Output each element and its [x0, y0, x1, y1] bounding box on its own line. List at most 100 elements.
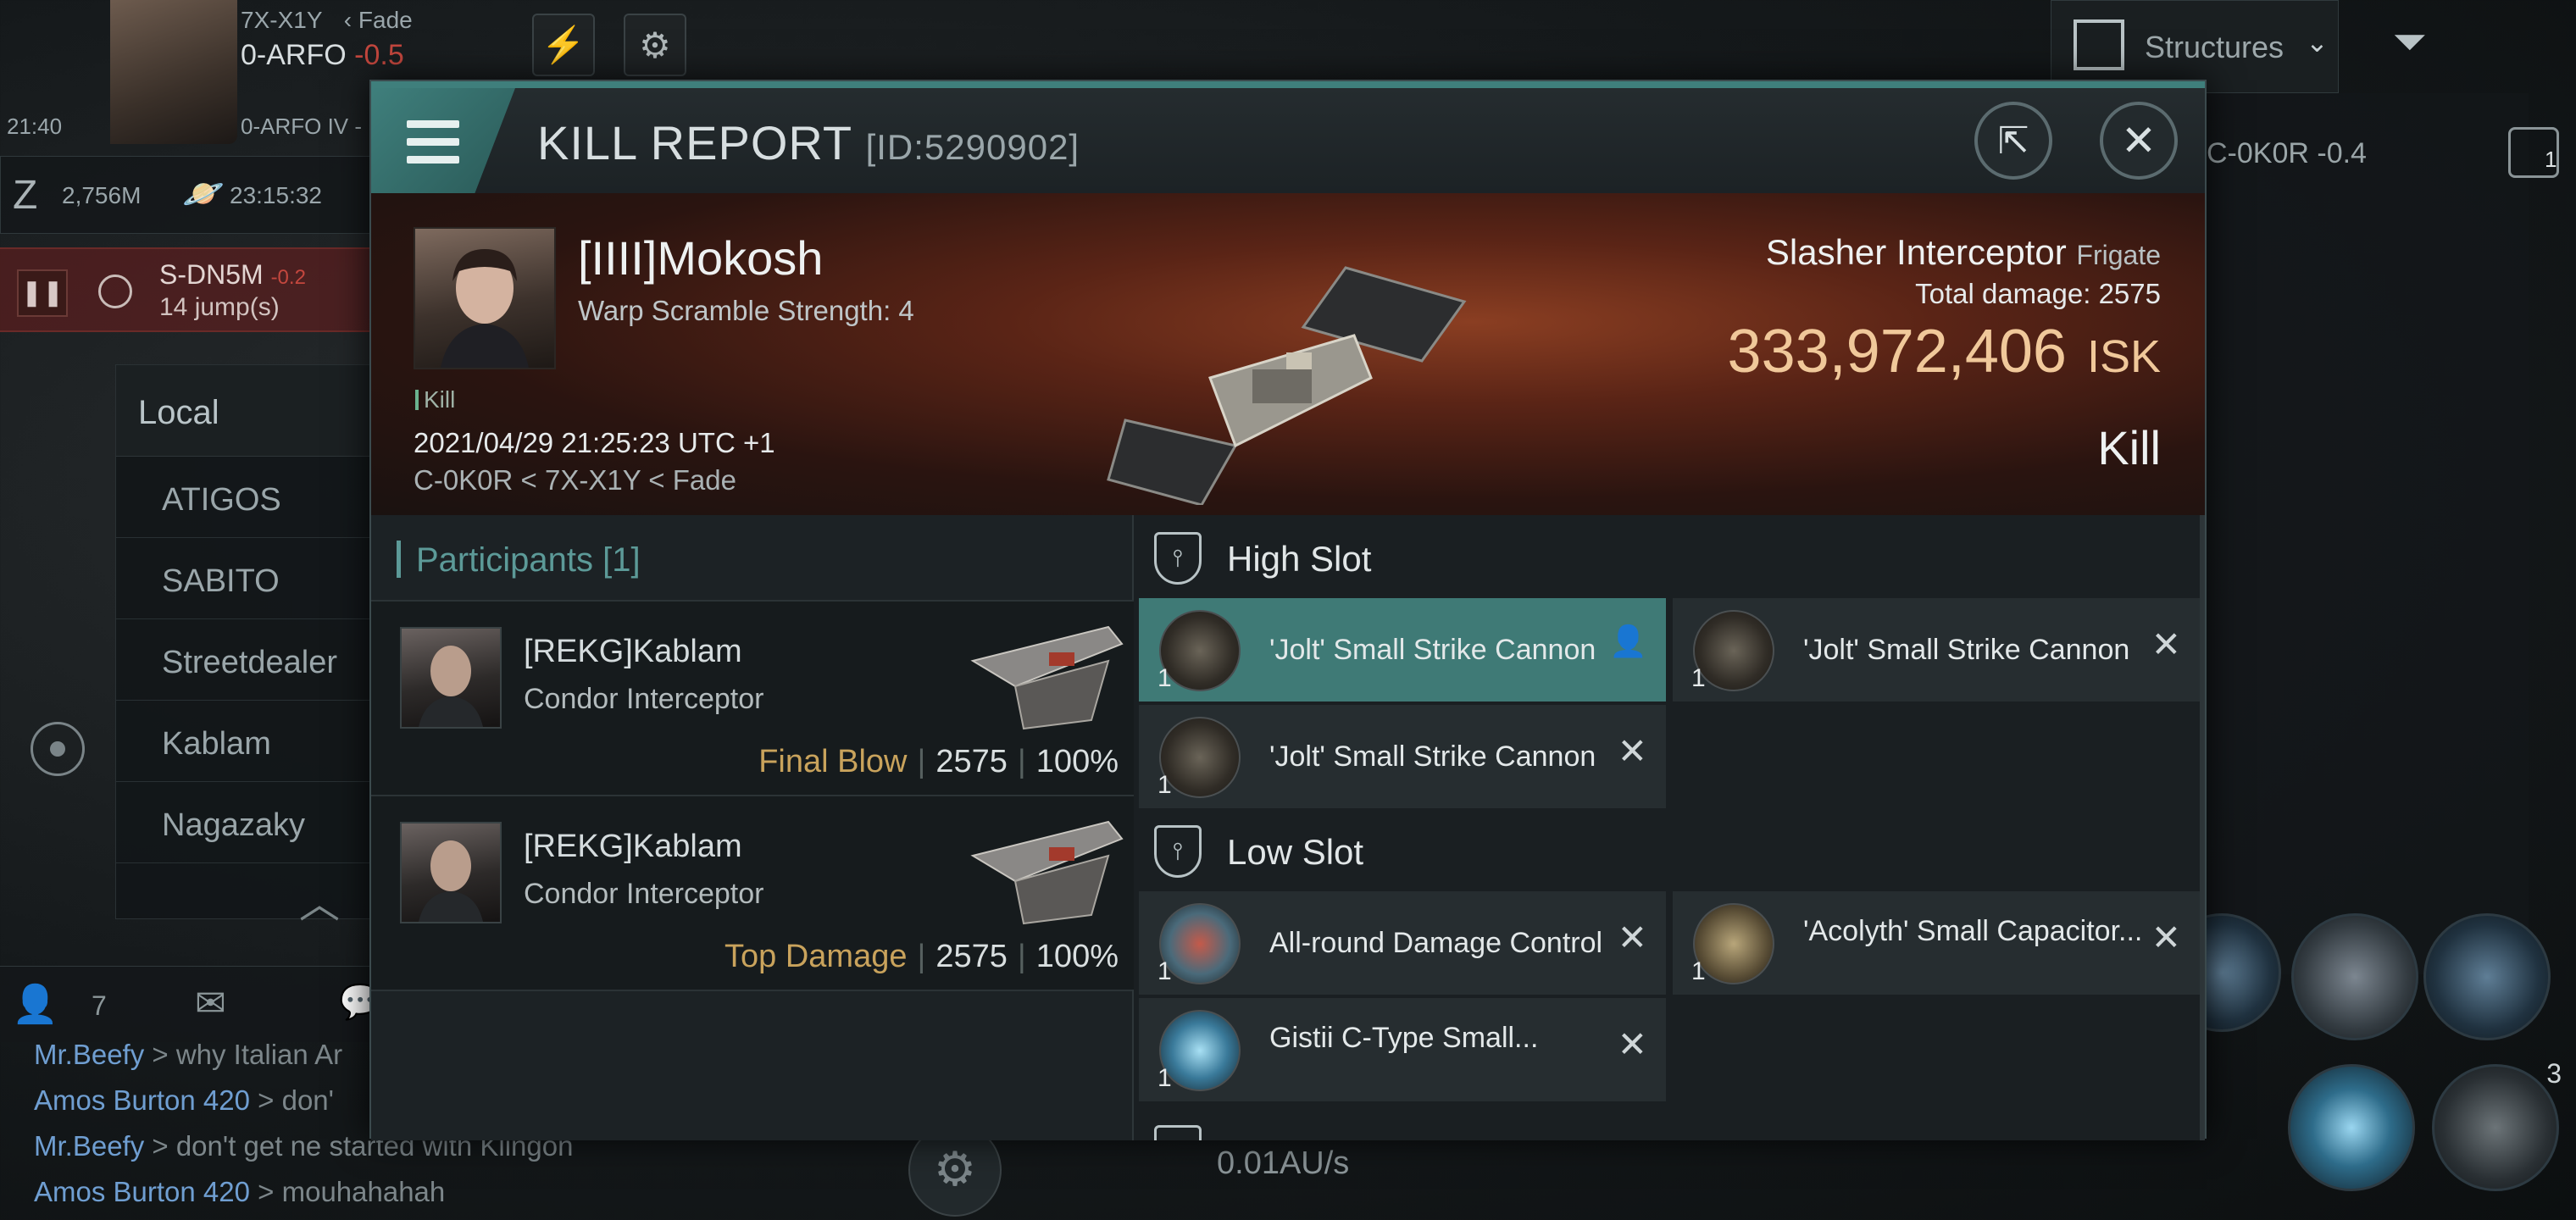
participant-name: [REKG]Kablam [524, 829, 742, 864]
fitting-panel: ⫯ High Slot 1 'Jolt' Small Strike Cannon… [1134, 515, 2205, 1140]
kill-timestamp: 2021/04/29 21:25:23 UTC +1 [414, 427, 775, 458]
module-quantity: 1 [1158, 1064, 1172, 1092]
route-icon [98, 274, 132, 308]
participant-row[interactable]: [REKG]Kablam Condor Interceptor Final Bl… [371, 600, 1134, 795]
participant-ship: Condor Interceptor [524, 878, 764, 910]
isk-value: 333,972,406 ISK [1727, 318, 2161, 385]
structures-label: Structures [2145, 30, 2285, 64]
member-count: 7 [92, 990, 107, 1021]
local-title: Local [116, 365, 377, 457]
module-item[interactable]: 1 'Jolt' Small Strike Cannon ✕ [1139, 705, 1666, 808]
local-chat-panel: Local ATIGOS SABITO Streetdealer Kablam … [115, 364, 378, 927]
overview-item[interactable]: C-0K0R -0.4 [2207, 137, 2367, 170]
shield-slot-icon: ⫯ [1154, 532, 1202, 585]
drone-count: 1 [2545, 147, 2557, 172]
system-name[interactable]: 0-ARFO -0.5 [241, 39, 404, 72]
kill-outcome: Kill [2097, 421, 2161, 474]
chevron-up-icon[interactable]: ︿ [299, 870, 340, 929]
high-slot-title: High Slot [1227, 539, 1372, 579]
structure-icon [2074, 19, 2124, 70]
people-icon[interactable]: 👤 [12, 982, 58, 1026]
module-slot[interactable]: 3 [2432, 1058, 2562, 1191]
destroyed-icon: ✕ [2151, 918, 2181, 957]
low-slot-header: ⫯ Low Slot [1134, 808, 2205, 891]
module-name: 'Jolt' Small Strike Cannon [1803, 634, 2130, 666]
local-member[interactable]: Kablam [116, 701, 377, 782]
module-item[interactable]: 1 'Acolyth' Small Capacitor... ✕ [1673, 891, 2200, 995]
share-button[interactable]: ⇱ [1974, 102, 2052, 180]
victim-name[interactable]: [IIII]Mokosh [578, 230, 823, 286]
module-item[interactable]: 1 'Jolt' Small Strike Cannon ✕ [1673, 598, 2200, 702]
dialog-title: KILL REPORT [ID:5290902] [537, 116, 1080, 169]
local-member[interactable]: ATIGOS [116, 457, 377, 538]
player-portrait[interactable] [110, 0, 237, 144]
participant-row[interactable]: [REKG]Kablam Condor Interceptor Top Dama… [371, 795, 1134, 990]
clock-value: 23:15:32 [230, 182, 322, 208]
filter-icon[interactable]: ⏷ [2393, 17, 2427, 67]
module-name: Gistii C-Type Small... [1269, 1022, 1539, 1054]
lightning-icon[interactable]: ⚡ [532, 14, 595, 76]
module-name: 'Acolyth' Small Capacitor... [1803, 915, 2143, 947]
module-slot[interactable] [2288, 1064, 2415, 1191]
dialog-header: KILL REPORT [ID:5290902] ⇱ ✕ [371, 81, 2205, 193]
scrollbar[interactable] [2200, 515, 2205, 1140]
module-name: 'Jolt' Small Strike Cannon [1269, 740, 1596, 773]
wallet-bar: Z 2,756M 🪐 23:15:32 [0, 156, 373, 234]
participant-stats: Final Blow | 2575 | 100% [758, 744, 1119, 779]
participants-header: Participants [1] [371, 515, 1132, 600]
constellation-label: Fade [358, 7, 413, 33]
module-item[interactable]: 1 'Jolt' Small Strike Cannon 👤 [1139, 598, 1666, 702]
shield-slot-icon: ⫯ [1154, 825, 1202, 878]
divider [371, 990, 1132, 991]
chat-toolbar: 👤 7 ✉ 💬 [0, 966, 381, 1042]
high-slot-header: ⫯ High Slot [1134, 515, 2205, 598]
destroyed-icon: ✕ [1617, 1024, 1647, 1064]
participant-ship-image [970, 625, 1124, 730]
close-icon: ✕ [2121, 117, 2157, 164]
hud-location-path: 7X-X1Y ‹ Fade [241, 7, 413, 33]
participant-ship: Condor Interceptor [524, 683, 764, 715]
gear-icon[interactable]: ⚙ [624, 14, 686, 76]
module-quantity: 1 [1691, 664, 1706, 692]
route-jumps: 14 jump(s) [159, 293, 280, 321]
z-icon: Z [13, 173, 38, 218]
module-slot[interactable] [2423, 913, 2551, 1040]
warp-scramble-strength: Warp Scramble Strength: 4 [578, 295, 914, 326]
victim-avatar[interactable] [414, 227, 556, 369]
route-destination: S-DN5M -0.2 [159, 259, 306, 290]
module-slot[interactable] [2291, 913, 2418, 1040]
module-quantity: 1 [1691, 957, 1706, 985]
victim-ship-name[interactable]: Slasher Interceptor Frigate [1766, 232, 2161, 273]
participant-ship-image [970, 820, 1124, 925]
kill-location[interactable]: C-0K0R < 7X-X1Y < Fade [414, 464, 736, 496]
chevron-down-icon: ⌄ [2306, 27, 2329, 58]
mail-icon[interactable]: ✉ [195, 982, 226, 1025]
local-member[interactable]: Streetdealer [116, 619, 377, 701]
pause-icon[interactable]: ❚❚ [17, 269, 68, 317]
mid-slot-header: ⫯ [1134, 1108, 2205, 1140]
autopilot-route[interactable]: ❚❚ S-DN5M -0.2 14 jump(s) [0, 247, 373, 332]
device-time: 21:40 [7, 114, 63, 139]
local-member[interactable]: SABITO [116, 538, 377, 619]
kill-type-tag: Kill [415, 386, 455, 413]
overview-panel: C-0K0R -0.4 [2207, 93, 2529, 974]
participant-name: [REKG]Kablam [524, 634, 742, 669]
module-quantity: 1 [1158, 664, 1172, 692]
target-icon[interactable] [31, 722, 85, 776]
total-damage: Total damage: 2575 [1915, 278, 2161, 309]
participant-avatar [400, 627, 502, 729]
drone-icon[interactable]: 1 [2508, 127, 2559, 178]
speed-readout: 0.01AU/s [1217, 1145, 1350, 1181]
module-item[interactable]: 1 Gistii C-Type Small... ✕ [1139, 998, 1666, 1101]
close-button[interactable]: ✕ [2100, 102, 2178, 180]
low-slot-title: Low Slot [1227, 832, 1364, 872]
module-item[interactable]: 1 All-round Damage Control ✕ [1139, 891, 1666, 995]
menu-button[interactable] [371, 88, 515, 193]
local-member[interactable]: Nagazaky [116, 782, 377, 863]
kill-report-dialog: KILL REPORT [ID:5290902] ⇱ ✕ [IIII]Mokos… [369, 80, 2207, 1140]
hamburger-icon [407, 120, 459, 174]
module-name: 'Jolt' Small Strike Cannon [1269, 634, 1596, 666]
participants-panel: Participants [1] [REKG]Kablam Condor Int… [371, 515, 1134, 1140]
station-label: 0-ARFO IV - [241, 114, 363, 139]
module-quantity: 1 [1158, 957, 1172, 985]
